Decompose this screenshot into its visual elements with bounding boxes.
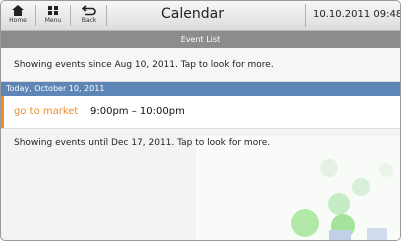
menu-label: Menu: [44, 17, 62, 24]
menu-button[interactable]: Menu: [39, 2, 67, 29]
show-later-events[interactable]: Showing events until Dec 17, 2011. Tap t…: [14, 136, 270, 150]
top-toolbar: Home Menu Back Calendar 10.10.2011 09:48…: [1, 1, 400, 31]
calendar-window: Home Menu Back Calendar 10.10.2011 09:48…: [0, 0, 401, 241]
back-label: Back: [81, 17, 97, 24]
toolbar-divider: [106, 5, 107, 26]
home-button[interactable]: Home: [4, 2, 32, 29]
event-color-marker: [1, 96, 4, 128]
back-button[interactable]: Back: [75, 2, 103, 29]
event-title: go to market: [14, 106, 79, 117]
show-earlier-events[interactable]: Showing events since Aug 10, 2011. Tap t…: [1, 48, 400, 82]
event-list: Showing events since Aug 10, 2011. Tap t…: [1, 48, 400, 240]
toolbar-divider: [305, 4, 306, 27]
event-time: 9:00pm – 10:00pm: [90, 106, 185, 117]
event-item[interactable]: go to market 9:00pm – 10:00pm: [1, 96, 400, 129]
toolbar-divider: [35, 5, 36, 26]
home-label: Home: [9, 17, 27, 24]
home-icon: [12, 5, 24, 16]
toolbar-divider: [70, 5, 71, 26]
back-arrow-icon: [82, 5, 96, 16]
menu-grid-icon: [48, 6, 58, 15]
app-title: Calendar: [161, 6, 224, 22]
datetime-display: 10.10.2011 09:48PM: [313, 9, 401, 20]
event-list-header: Event List: [1, 31, 400, 48]
day-header: Today, October 10, 2011: [1, 82, 400, 96]
